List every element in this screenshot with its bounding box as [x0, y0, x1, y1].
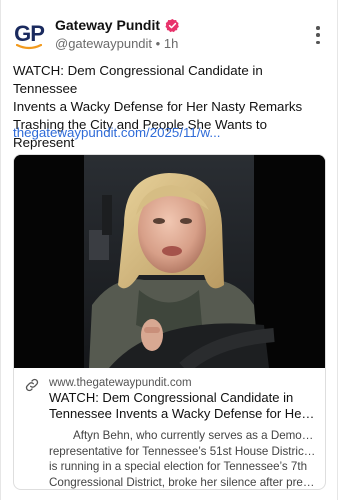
avatar-initials: GP: [14, 21, 45, 46]
preview-desc-line: is running in a special election for Ten…: [49, 460, 308, 473]
link-icon: [25, 378, 39, 392]
separator-dot: •: [155, 36, 161, 51]
preview-title-line: Tennessee Invents a Wacky Defense for He…: [49, 406, 317, 421]
preview-domain: www.thegatewaypundit.com: [49, 377, 192, 389]
avatar-swoosh-icon: [16, 44, 42, 50]
display-name[interactable]: Gateway Pundit: [55, 17, 160, 33]
preview-image[interactable]: [14, 155, 325, 368]
handle-row: @gatewaypundit • 1h: [55, 36, 180, 51]
timestamp: 1h: [163, 36, 179, 51]
author-block: Gateway Pundit @gatewaypundit • 1h: [55, 16, 180, 51]
link-preview-card[interactable]: www.thegatewaypundit.com WATCH: Dem Cong…: [13, 154, 326, 490]
preview-photo-illustration: [14, 155, 325, 368]
post-text-line: Invents a Wacky Defense for Her Nasty Re…: [13, 99, 303, 114]
preview-desc-line: Aftyn Behn, who currently serves as a De…: [73, 429, 317, 442]
post-card: GP Gateway Pundit @gatewaypundit • 1h WA…: [0, 0, 338, 500]
verified-badge-icon: [165, 18, 179, 32]
preview-title[interactable]: WATCH: Dem Congressional Candidate in Te…: [49, 390, 317, 422]
post-link[interactable]: thegatewaypundit.com/2025/11/w...: [13, 125, 220, 140]
preview-description: Aftyn Behn, who currently serves as a De…: [49, 428, 317, 489]
preview-title-line: WATCH: Dem Congressional Candidate in: [49, 390, 294, 405]
handle[interactable]: @gatewaypundit: [55, 36, 152, 51]
more-vertical-icon[interactable]: [309, 24, 327, 46]
preview-desc-line: Congressional District, broke her silenc…: [49, 475, 317, 489]
avatar[interactable]: GP: [13, 18, 45, 50]
post-header: GP Gateway Pundit @gatewaypundit • 1h: [13, 14, 327, 54]
post-text-line: WATCH: Dem Congressional Candidate in Te…: [13, 63, 263, 96]
preview-desc-line: representative for Tennessee’s 51st Hous…: [49, 444, 317, 458]
